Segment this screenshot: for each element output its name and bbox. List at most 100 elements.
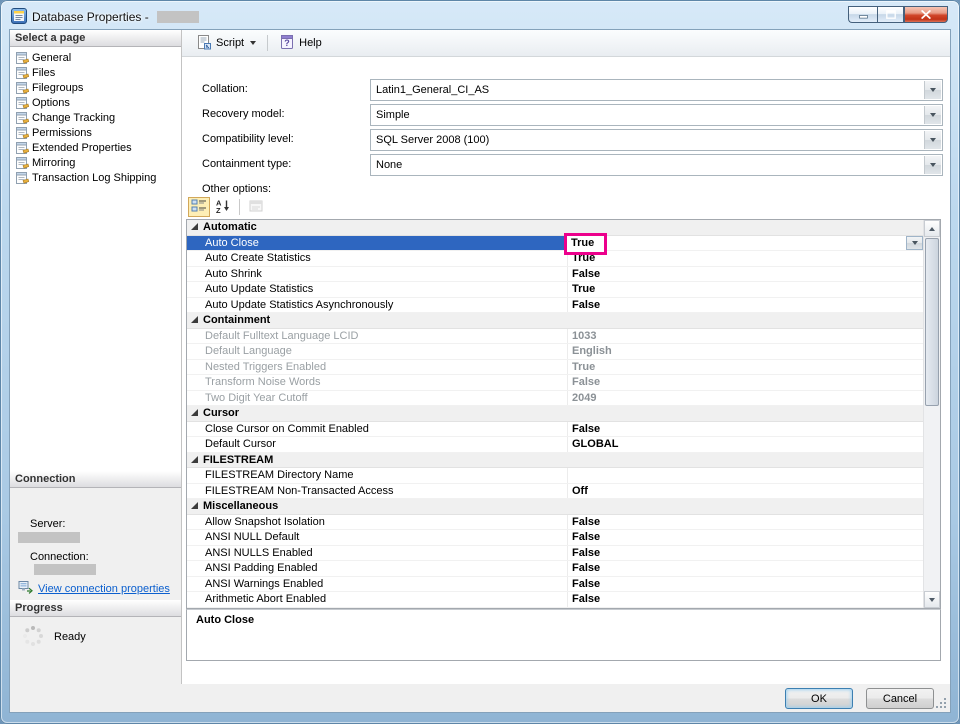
sidebar-item-extended-properties[interactable]: Extended Properties	[10, 140, 181, 155]
value-text: False	[568, 422, 600, 437]
property-value[interactable]: True	[568, 251, 923, 266]
property-value[interactable]: False	[568, 422, 923, 437]
collapse-triangle-icon	[191, 223, 198, 230]
sidebar-item-mirroring[interactable]: Mirroring	[10, 155, 181, 170]
sidebar-item-options[interactable]: Options	[10, 95, 181, 110]
value-text: Off	[568, 484, 588, 499]
help-button[interactable]: ? Help	[273, 31, 328, 56]
minimize-button[interactable]	[848, 6, 877, 23]
property-row-filestream-non-transacted-access[interactable]: FILESTREAM Non-Transacted AccessOff	[187, 484, 923, 500]
property-value[interactable]: True	[568, 282, 923, 297]
vertical-scrollbar[interactable]	[923, 220, 940, 608]
property-row-auto-update-statistics-asynchronously[interactable]: Auto Update Statistics AsynchronouslyFal…	[187, 298, 923, 314]
sidebar-item-general[interactable]: General	[10, 50, 181, 65]
sidebar-item-change-tracking[interactable]: Change Tracking	[10, 110, 181, 125]
categorized-button[interactable]	[188, 197, 210, 217]
property-value[interactable]: False	[568, 267, 923, 282]
property-value[interactable]: False	[568, 298, 923, 313]
property-row-auto-update-statistics[interactable]: Auto Update StatisticsTrue	[187, 282, 923, 298]
combo-dropdown-button[interactable]	[924, 156, 941, 174]
property-row-default-language[interactable]: Default LanguageEnglish	[187, 344, 923, 360]
property-value[interactable]: 1033	[568, 329, 923, 344]
category-row-filestream[interactable]: FILESTREAM	[187, 453, 923, 469]
category-label: Containment	[203, 313, 270, 327]
combo-compatibility-level[interactable]: SQL Server 2008 (100)	[370, 129, 943, 151]
property-row-two-digit-year-cutoff[interactable]: Two Digit Year Cutoff2049	[187, 391, 923, 407]
script-button[interactable]: Script	[190, 31, 262, 56]
property-value[interactable]: False	[568, 515, 923, 530]
property-row-allow-snapshot-isolation[interactable]: Allow Snapshot IsolationFalse	[187, 515, 923, 531]
mini-toolbar-separator	[239, 199, 240, 215]
property-value[interactable]: False	[568, 577, 923, 592]
ok-button[interactable]: OK	[785, 688, 853, 709]
combo-dropdown-button[interactable]	[924, 81, 941, 99]
property-row-transform-noise-words[interactable]: Transform Noise WordsFalse	[187, 375, 923, 391]
property-row-auto-create-statistics[interactable]: Auto Create StatisticsTrue	[187, 251, 923, 267]
property-value[interactable]: True	[568, 360, 923, 375]
value-text: 1033	[568, 329, 596, 344]
property-row-ansi-null-default[interactable]: ANSI NULL DefaultFalse	[187, 530, 923, 546]
window-frame: Database Properties - Select a page Gene…	[0, 0, 960, 724]
combo-containment-type[interactable]: None	[370, 154, 943, 176]
annotated-value: True	[564, 233, 607, 255]
resize-grip[interactable]	[934, 696, 946, 708]
value-text: 2049	[568, 391, 596, 406]
scrollbar-thumb[interactable]	[925, 238, 939, 406]
view-connection-properties-link[interactable]: View connection properties	[38, 583, 170, 595]
combo-recovery-model[interactable]: Simple	[370, 104, 943, 126]
sidebar-item-transaction-log-shipping[interactable]: Transaction Log Shipping	[10, 170, 181, 185]
toolbar-separator	[267, 35, 268, 51]
property-value[interactable]: English	[568, 344, 923, 359]
combo-dropdown-button[interactable]	[924, 106, 941, 124]
category-row-cursor[interactable]: Cursor	[187, 406, 923, 422]
combo-collation[interactable]: Latin1_General_CI_AS	[370, 79, 943, 101]
property-value[interactable]: False	[568, 546, 923, 561]
category-row-miscellaneous[interactable]: Miscellaneous	[187, 499, 923, 515]
property-row-default-fulltext-language-lcid[interactable]: Default Fulltext Language LCID1033	[187, 329, 923, 345]
property-row-default-cursor[interactable]: Default CursorGLOBAL	[187, 437, 923, 453]
close-button[interactable]	[904, 6, 948, 23]
property-row-nested-triggers-enabled[interactable]: Nested Triggers EnabledTrue	[187, 360, 923, 376]
window-titlebar[interactable]: Database Properties -	[11, 7, 199, 27]
sidebar-item-permissions[interactable]: Permissions	[10, 125, 181, 140]
progress-header: Progress	[10, 600, 181, 617]
sidebar-item-files[interactable]: Files	[10, 65, 181, 80]
cancel-button[interactable]: Cancel	[866, 688, 934, 709]
property-row-auto-close[interactable]: Auto CloseTrue	[187, 236, 923, 252]
category-row-containment[interactable]: Containment	[187, 313, 923, 329]
scroll-up-button[interactable]	[924, 220, 940, 237]
property-row-arithmetic-abort-enabled[interactable]: Arithmetic Abort EnabledFalse	[187, 592, 923, 608]
combo-dropdown-button[interactable]	[924, 131, 941, 149]
property-row-ansi-padding-enabled[interactable]: ANSI Padding EnabledFalse	[187, 561, 923, 577]
property-name: Nested Triggers Enabled	[187, 360, 568, 375]
redacted-database-name	[157, 11, 199, 23]
property-value[interactable]: GLOBAL	[568, 437, 923, 452]
property-value[interactable]: False	[568, 592, 923, 607]
maximize-button[interactable]	[877, 6, 904, 23]
sort-alphabetical-button[interactable]: AZ	[212, 197, 234, 217]
combo-value: Simple	[376, 109, 410, 121]
property-row-auto-shrink[interactable]: Auto ShrinkFalse	[187, 267, 923, 283]
property-value[interactable]: False	[568, 375, 923, 390]
property-row-ansi-warnings-enabled[interactable]: ANSI Warnings EnabledFalse	[187, 577, 923, 593]
property-value[interactable]: True	[568, 236, 923, 251]
property-row-filestream-directory-name[interactable]: FILESTREAM Directory Name	[187, 468, 923, 484]
value-dropdown-button[interactable]	[906, 236, 923, 251]
window-title: Database Properties -	[32, 10, 152, 24]
sidebar-item-label: Change Tracking	[32, 112, 115, 124]
property-value[interactable]: 2049	[568, 391, 923, 406]
redacted-server-name	[18, 532, 80, 543]
property-pages-button	[245, 197, 267, 217]
sort-az-icon: AZ	[215, 198, 231, 217]
progress-panel: Ready	[10, 617, 181, 684]
property-value[interactable]: False	[568, 561, 923, 576]
property-value[interactable]: False	[568, 530, 923, 545]
property-value[interactable]	[568, 468, 923, 483]
field-label-collation: Collation:	[202, 83, 248, 95]
category-row-automatic[interactable]: Automatic	[187, 220, 923, 236]
property-row-close-cursor-on-commit-enabled[interactable]: Close Cursor on Commit EnabledFalse	[187, 422, 923, 438]
property-value[interactable]: Off	[568, 484, 923, 499]
scroll-down-button[interactable]	[924, 591, 940, 608]
sidebar-item-filegroups[interactable]: Filegroups	[10, 80, 181, 95]
property-row-ansi-nulls-enabled[interactable]: ANSI NULLS EnabledFalse	[187, 546, 923, 562]
